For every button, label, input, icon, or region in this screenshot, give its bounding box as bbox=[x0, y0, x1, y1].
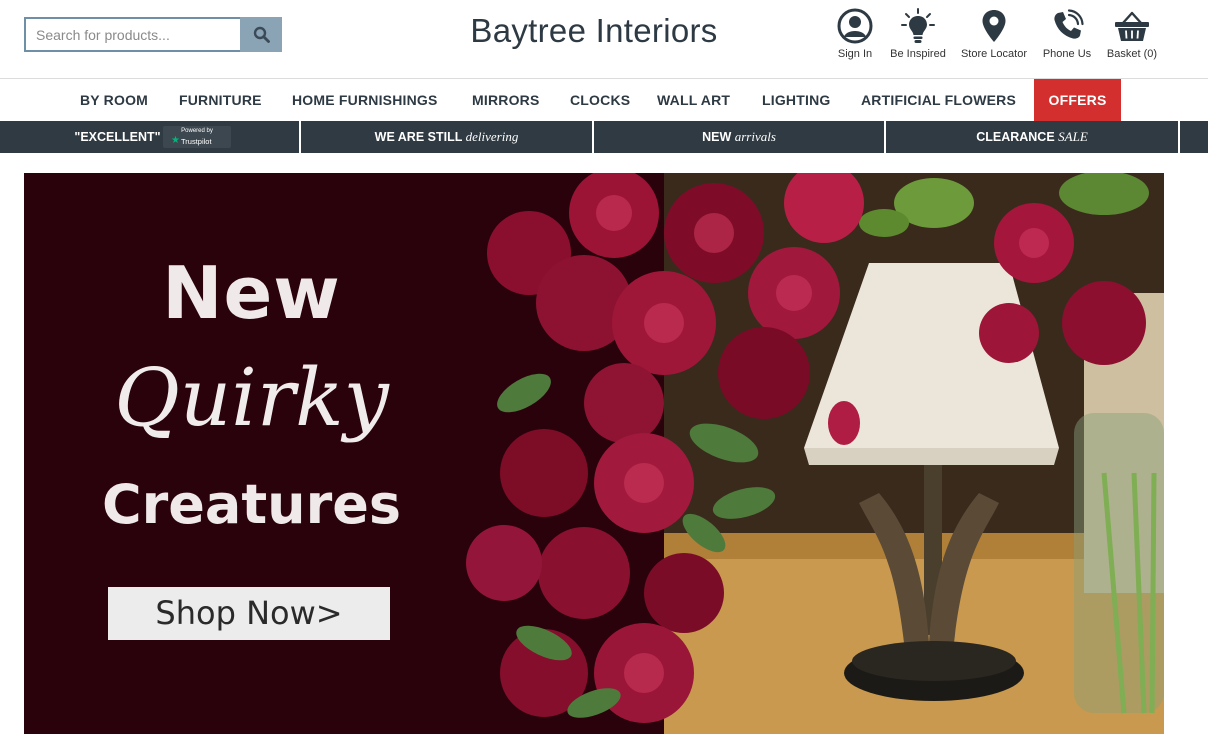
basket-label: Basket (0) bbox=[1106, 48, 1158, 60]
trustpilot-powered-label: Powered by bbox=[181, 128, 213, 134]
map-pin-icon bbox=[982, 10, 1006, 42]
nav-mirrors[interactable]: MIRRORS bbox=[472, 79, 540, 121]
trustpilot-brand-label: Trustpilot bbox=[181, 137, 212, 146]
promo-delivering-italic: delivering bbox=[465, 129, 519, 144]
main-nav: BY ROOM FURNITURE HOME FURNISHINGS MIRRO… bbox=[0, 79, 1208, 121]
site-logo[interactable]: Baytree Interiors bbox=[404, 12, 784, 50]
basket-icon bbox=[1115, 11, 1149, 41]
phone-us-link[interactable]: Phone Us bbox=[1030, 8, 1104, 60]
trustpilot-star-icon: ★ bbox=[171, 135, 180, 146]
promo-arrivals-italic: arrivals bbox=[734, 129, 776, 144]
store-locator-link[interactable]: Store Locator bbox=[957, 8, 1031, 60]
nav-furniture[interactable]: FURNITURE bbox=[179, 79, 262, 121]
search-bar bbox=[24, 17, 282, 52]
nav-clocks[interactable]: CLOCKS bbox=[570, 79, 630, 121]
promo-clearance-bold: CLEARANCE bbox=[976, 130, 1055, 144]
promo-arrivals-bold: NEW bbox=[702, 130, 732, 144]
nav-home-furnishings[interactable]: HOME FURNISHINGS bbox=[292, 79, 438, 121]
shop-now-button[interactable]: Shop Now> bbox=[108, 587, 390, 640]
site-header: Baytree Interiors Sign In bbox=[0, 0, 1208, 79]
phone-icon bbox=[1054, 9, 1084, 39]
search-button[interactable] bbox=[240, 17, 282, 52]
promo-clearance-sale[interactable]: CLEARANCE SALE bbox=[886, 121, 1178, 153]
promo-delivering[interactable]: WE ARE STILL delivering bbox=[301, 121, 592, 153]
nav-lighting[interactable]: LIGHTING bbox=[762, 79, 830, 121]
nav-offers[interactable]: OFFERS bbox=[1034, 79, 1121, 121]
basket-link[interactable]: Basket (0) bbox=[1095, 8, 1169, 60]
phone-us-label: Phone Us bbox=[1042, 48, 1092, 60]
be-inspired-label: Be Inspired bbox=[890, 48, 946, 60]
be-inspired-link[interactable]: Be Inspired bbox=[881, 8, 955, 60]
banner-line-quirky: Quirky bbox=[114, 351, 389, 444]
trustpilot-rating[interactable]: "EXCELLENT" bbox=[60, 121, 175, 153]
banner-line-new: New bbox=[162, 251, 341, 335]
lightbulb-icon bbox=[901, 8, 935, 43]
nav-artificial-flowers[interactable]: ARTIFICIAL FLOWERS bbox=[861, 79, 1016, 121]
search-input[interactable] bbox=[24, 17, 240, 52]
search-icon bbox=[253, 26, 270, 43]
hero-banner[interactable]: New Quirky Creatures Shop Now> bbox=[24, 173, 1164, 734]
promo-divider bbox=[1178, 121, 1180, 153]
user-icon bbox=[837, 8, 873, 44]
nav-by-room[interactable]: BY ROOM bbox=[80, 79, 148, 121]
banner-line-creatures: Creatures bbox=[102, 473, 401, 536]
nav-wall-art[interactable]: WALL ART bbox=[657, 79, 730, 121]
promo-new-arrivals[interactable]: NEW arrivals bbox=[594, 121, 884, 153]
trustpilot-badge[interactable]: Powered by ★ Trustpilot bbox=[163, 126, 231, 148]
store-locator-label: Store Locator bbox=[960, 48, 1028, 60]
promo-clearance-italic: SALE bbox=[1058, 129, 1088, 144]
promo-delivering-bold: WE ARE STILL bbox=[374, 130, 463, 144]
banner-text-panel: New Quirky Creatures Shop Now> bbox=[24, 173, 484, 734]
